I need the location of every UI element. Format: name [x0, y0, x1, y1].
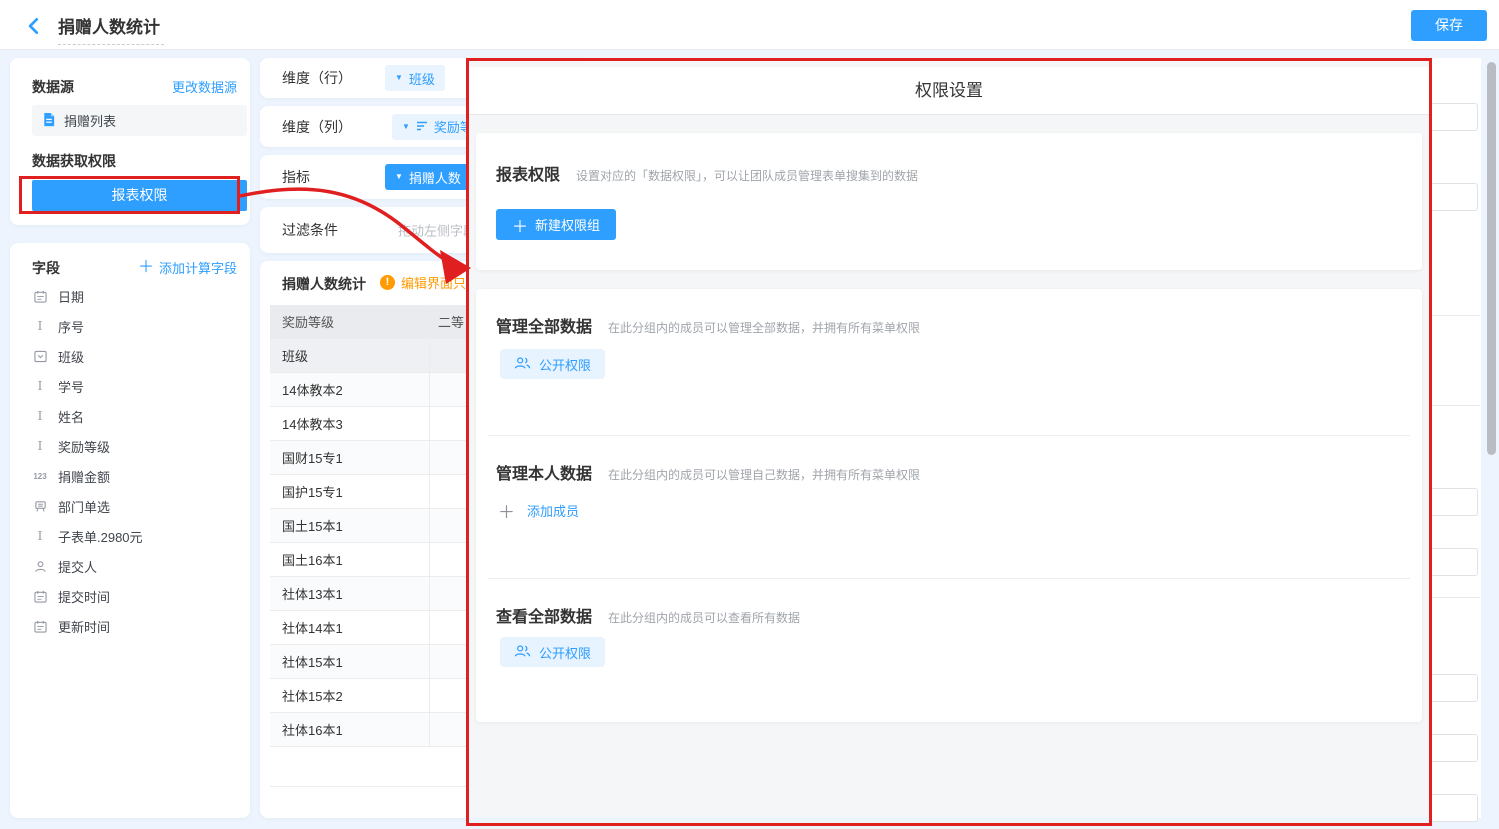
report-permission-section: 报表权限 设置对应的「数据权限」，可以让团队成员管理表单搜集到的数据 ＋ 新建权…: [476, 133, 1422, 270]
calendar-icon: [32, 620, 48, 633]
modal-titlebar: 权限设置: [469, 67, 1429, 115]
warning-icon: !: [380, 275, 395, 290]
plus-icon: ＋: [498, 498, 515, 523]
change-datasource-link[interactable]: 更改数据源: [172, 77, 237, 96]
people-icon: [514, 644, 531, 661]
number-icon: 123: [32, 472, 48, 481]
group-manage-own-data: 管理本人数据 在此分组内的成员可以管理自己数据，并拥有所有菜单权限 ＋ 添加成员: [476, 436, 1422, 578]
field-item-submitter[interactable]: 提交人: [32, 553, 247, 579]
people-icon: [514, 356, 531, 373]
field-item-name[interactable]: I 姓名: [32, 403, 247, 429]
report-permission-button[interactable]: 报表权限: [32, 180, 247, 211]
add-member-label: 添加成员: [527, 501, 579, 520]
filter-dropzone-placeholder[interactable]: 拖动左侧字段: [398, 221, 476, 240]
add-calc-field-link[interactable]: ＋ 添加计算字段: [138, 258, 237, 277]
text-icon: I: [32, 379, 48, 393]
fields-panel: 字段 ＋ 添加计算字段 日期 I 序号 班级 I 学号 I 姓名 I 奖励等级: [10, 243, 250, 818]
permission-settings-modal: 权限设置 报表权限 设置对应的「数据权限」，可以让团队成员管理表单搜集到的数据 …: [466, 58, 1432, 826]
group-manage-all-data: 管理全部数据 在此分组内的成员可以管理全部数据，并拥有所有菜单权限 公开权限: [476, 289, 1422, 435]
back-icon[interactable]: [24, 16, 44, 36]
row-dimension-tag[interactable]: ▼ 班级: [385, 65, 445, 91]
permission-groups-card: 管理全部数据 在此分组内的成员可以管理全部数据，并拥有所有菜单权限 公开权限 管…: [476, 289, 1422, 722]
group-heading: 管理全部数据: [496, 313, 592, 337]
field-item-update-time[interactable]: 更新时间: [32, 613, 247, 639]
access-permission-heading: 数据获取权限: [32, 151, 116, 171]
chevron-down-icon: ▼: [395, 173, 403, 181]
row-dimension-label: 维度（行）: [282, 68, 352, 88]
calendar-icon: [32, 290, 48, 303]
chevron-down-icon: ▼: [395, 74, 403, 82]
field-item-submit-time[interactable]: 提交时间: [32, 583, 247, 609]
public-permission-label: 公开权限: [539, 643, 591, 662]
metric-label: 指标: [282, 167, 310, 187]
public-permission-label: 公开权限: [539, 355, 591, 374]
right-panel-background: [1425, 58, 1481, 818]
plus-icon: ＋: [512, 213, 528, 237]
right-panel-divider: [1425, 597, 1480, 598]
add-calc-field-label: 添加计算字段: [159, 258, 237, 277]
datasource-item[interactable]: 捐赠列表: [32, 105, 247, 136]
text-icon: I: [32, 529, 48, 543]
plus-icon: ＋: [138, 261, 154, 275]
page-title[interactable]: 捐赠人数统计: [58, 13, 164, 45]
datasource-panel: 数据源 更改数据源 捐赠列表 数据获取权限 报表权限: [10, 58, 250, 225]
fields-heading: 字段: [32, 258, 60, 278]
field-item-serial[interactable]: I 序号: [32, 313, 247, 339]
field-item-date[interactable]: 日期: [32, 283, 247, 309]
group-desc: 在此分组内的成员可以管理全部数据，并拥有所有菜单权限: [608, 319, 920, 336]
top-bar: 捐赠人数统计 保存: [0, 0, 1499, 50]
group-desc: 在此分组内的成员可以查看所有数据: [608, 609, 800, 626]
datasource-heading: 数据源: [32, 77, 74, 97]
save-button[interactable]: 保存: [1411, 10, 1487, 41]
right-panel-divider: [1425, 405, 1480, 406]
filter-label: 过滤条件: [282, 220, 338, 240]
group-view-all-data: 查看全部数据 在此分组内的成员可以查看所有数据 公开权限: [476, 579, 1422, 722]
report-permission-desc: 设置对应的「数据权限」，可以让团队成员管理表单搜集到的数据: [576, 167, 918, 184]
group-desc: 在此分组内的成员可以管理自己数据，并拥有所有菜单权限: [608, 466, 920, 483]
warning-text: 编辑界面只: [401, 273, 466, 292]
app-root: 捐赠人数统计 保存 数据源 更改数据源 捐赠列表 数据获取权限 报表权限 字段 …: [0, 0, 1499, 829]
field-item-award-level[interactable]: I 奖励等级: [32, 433, 247, 459]
text-icon: I: [32, 409, 48, 423]
modal-title: 权限设置: [469, 67, 1429, 115]
chevron-down-icon: ▼: [402, 123, 410, 131]
department-icon: [32, 500, 48, 513]
edit-view-warning: ! 编辑界面只: [380, 273, 466, 292]
text-icon: I: [32, 319, 48, 333]
group-heading: 查看全部数据: [496, 603, 592, 627]
public-permission-pill[interactable]: 公开权限: [500, 637, 605, 667]
add-member-button[interactable]: ＋ 添加成员: [498, 498, 579, 523]
metric-tag[interactable]: ▼ 捐赠人数: [385, 164, 471, 190]
field-item-student-id[interactable]: I 学号: [32, 373, 247, 399]
report-permission-heading: 报表权限: [496, 161, 560, 185]
group-heading: 管理本人数据: [496, 460, 592, 484]
text-icon: I: [32, 439, 48, 453]
new-permission-group-button[interactable]: ＋ 新建权限组: [496, 209, 616, 240]
sort-icon: [416, 119, 428, 134]
user-icon: [32, 560, 48, 573]
document-icon: [42, 112, 56, 130]
modal-bottom-strip: [469, 817, 1429, 823]
field-item-class[interactable]: 班级: [32, 343, 247, 369]
select-icon: [32, 350, 48, 363]
col-dimension-label: 维度（列）: [282, 117, 352, 137]
calendar-icon: [32, 590, 48, 603]
pivot-table-title: 捐赠人数统计: [282, 274, 366, 294]
vertical-scrollbar[interactable]: [1487, 62, 1496, 455]
public-permission-pill[interactable]: 公开权限: [500, 349, 605, 379]
field-item-subform[interactable]: I 子表单.2980元: [32, 523, 247, 549]
datasource-item-label: 捐赠列表: [64, 111, 116, 130]
field-item-donation-amount[interactable]: 123 捐赠金额: [32, 463, 247, 489]
right-panel-divider: [1425, 315, 1480, 316]
field-item-department[interactable]: 部门单选: [32, 493, 247, 519]
